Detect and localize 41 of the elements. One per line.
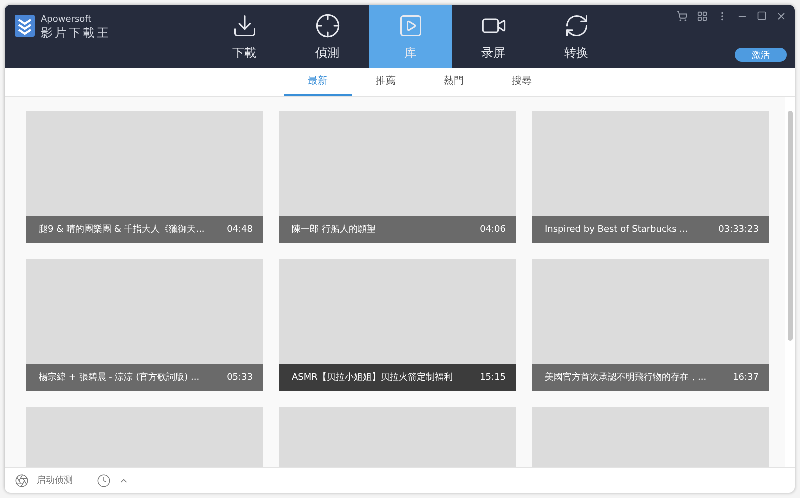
nav-tab[interactable]: 偵測: [286, 5, 369, 68]
video-card[interactable]: ASMR【贝拉小姐姐】贝拉火箭定制福利 15:15: [279, 259, 516, 391]
video-card[interactable]: 美國官方首次承認不明飛行物的存在，... 16:37: [532, 259, 769, 391]
nav-tab[interactable]: 转换: [535, 5, 618, 68]
video-title: 美國官方首次承認不明飛行物的存在，...: [545, 372, 707, 384]
close-icon[interactable]: [776, 11, 787, 22]
video-card[interactable]: 腿9 & 晴的團樂團 & 千指大人《獵御天... 04:48: [26, 111, 263, 243]
clock-icon[interactable]: [97, 474, 111, 488]
video-duration: 16:37: [733, 372, 759, 382]
nav-tab[interactable]: 下載: [203, 5, 286, 68]
aperture-icon[interactable]: [15, 474, 29, 488]
video-title: ASMR【贝拉小姐姐】贝拉火箭定制福利: [292, 372, 453, 384]
grid-icon[interactable]: [697, 11, 708, 22]
maximize-icon[interactable]: [757, 11, 767, 21]
refresh-icon: [564, 13, 590, 39]
video-duration: 04:48: [227, 224, 253, 234]
auto-detect-label[interactable]: 启动侦测: [37, 474, 73, 487]
sub-tab[interactable]: 熱門: [420, 68, 488, 96]
video-title: 楊宗緯 + 張碧晨 - 涼涼 (官方歌詞版) ...: [39, 372, 200, 384]
video-card[interactable]: 楊宗緯 + 張碧晨 - 涼涼 (官方歌詞版) ... 05:33: [26, 259, 263, 391]
scrollbar-thumb[interactable]: [788, 111, 792, 341]
video-title: Inspired by Best of Starbucks ...: [545, 224, 688, 234]
video-duration: 15:15: [480, 372, 506, 382]
download-icon: [232, 13, 258, 39]
video-duration: 05:33: [227, 372, 253, 382]
nav-tab[interactable]: 录屏: [452, 5, 535, 68]
sub-tab[interactable]: 搜尋: [488, 68, 556, 96]
video-card[interactable]: Inspired by Best of Starbucks ... 03:33:23: [532, 111, 769, 243]
brand-name: Apowersoft: [41, 15, 93, 25]
crosshair-icon: [314, 13, 340, 39]
video-duration: 04:06: [480, 224, 506, 234]
logo-icon: [15, 15, 35, 37]
activate-button[interactable]: 激活: [735, 48, 787, 62]
video-title: 腿9 & 晴的團樂團 & 千指大人《獵御天...: [39, 224, 205, 236]
app-title: 影片下載王: [41, 25, 111, 42]
video-card[interactable]: 陳一郎 行船人的願望 04:06: [279, 111, 516, 243]
play-icon: [398, 13, 424, 39]
video-title: 陳一郎 行船人的願望: [292, 224, 376, 236]
cart-icon[interactable]: [677, 11, 688, 22]
sub-tab[interactable]: 推薦: [352, 68, 420, 96]
video-duration: 03:33:23: [718, 224, 759, 234]
